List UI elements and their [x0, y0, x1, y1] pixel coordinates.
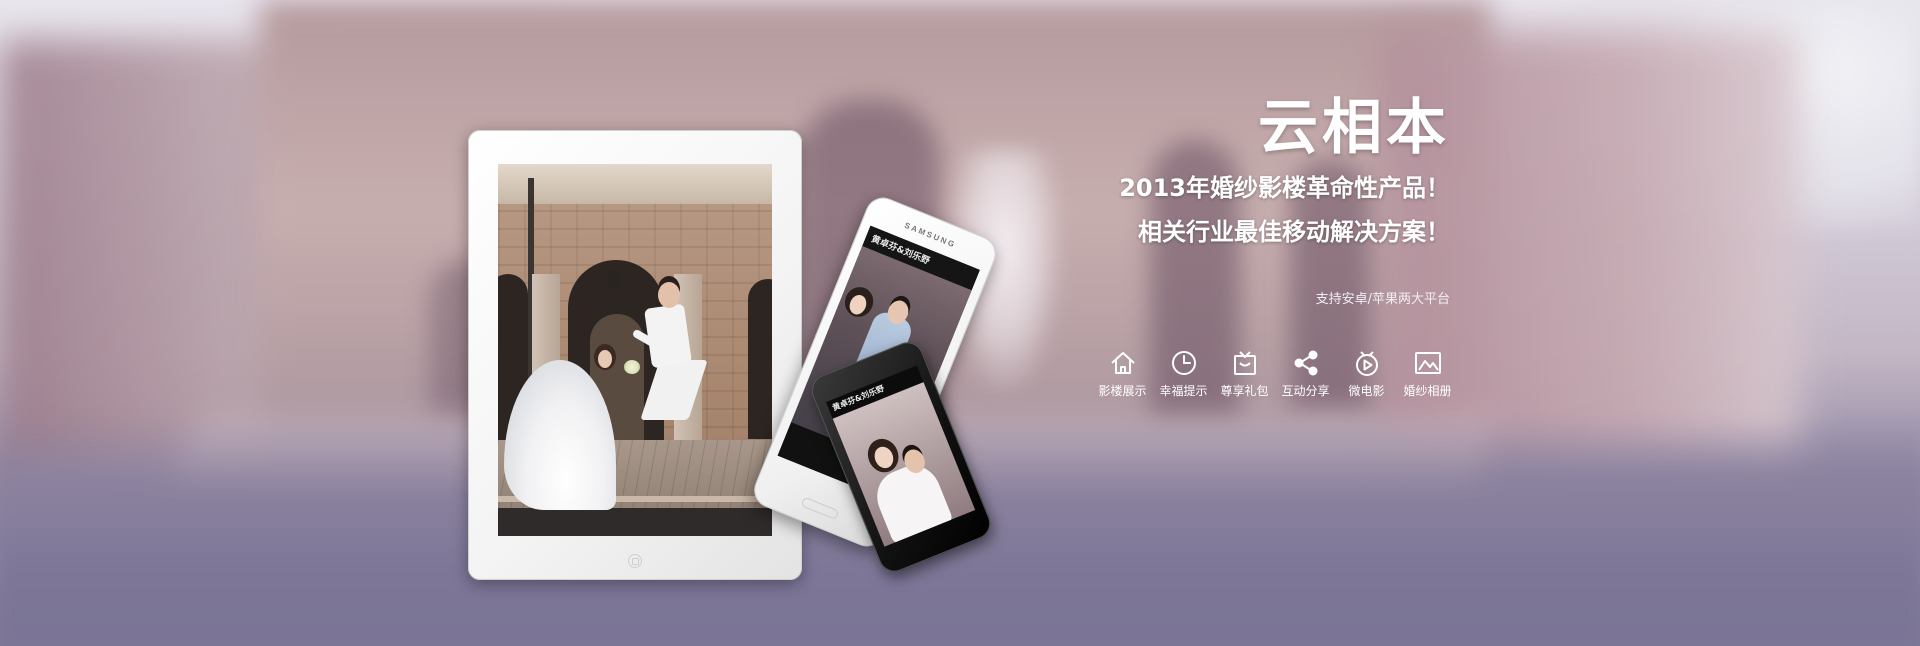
feature-reminder[interactable]: 幸福提示 — [1153, 348, 1214, 399]
video-icon — [1355, 351, 1378, 376]
share-icon — [1294, 350, 1317, 376]
tablet-screen-photo — [498, 164, 772, 536]
tablet-device — [468, 130, 802, 580]
banner-copy: 云相本 2013年婚纱影楼革命性产品！ 相关行业最佳移动解决方案！ 支持安卓/苹… — [1060, 92, 1450, 307]
lantern — [608, 270, 620, 288]
clock-icon — [1171, 351, 1196, 375]
feature-share[interactable]: 互动分享 — [1275, 348, 1336, 399]
image-icon — [1414, 352, 1441, 374]
feature-album[interactable]: 婚纱相册 — [1397, 348, 1458, 399]
gift-icon — [1233, 351, 1256, 375]
tablet-home-button — [628, 554, 642, 568]
feature-showcase[interactable]: 影楼展示 — [1092, 348, 1153, 399]
slogan-line-1: 2013年婚纱影楼革命性产品！ — [1119, 174, 1450, 202]
home-icon — [1110, 352, 1135, 374]
groom — [644, 303, 692, 369]
platform-note: 支持安卓/苹果两大平台 — [1315, 292, 1450, 307]
bouquet — [624, 360, 640, 374]
feature-list: 影楼展示 幸福提示 尊享礼包 互动分享 微电影 婚纱相册 — [1092, 348, 1458, 399]
feature-video[interactable]: 微电影 — [1336, 348, 1397, 399]
product-title: 云相本 — [1258, 93, 1450, 163]
feature-gift[interactable]: 尊享礼包 — [1214, 348, 1275, 399]
slogan-line-2: 相关行业最佳移动解决方案！ — [1138, 218, 1450, 246]
phone-home-button — [800, 496, 840, 521]
